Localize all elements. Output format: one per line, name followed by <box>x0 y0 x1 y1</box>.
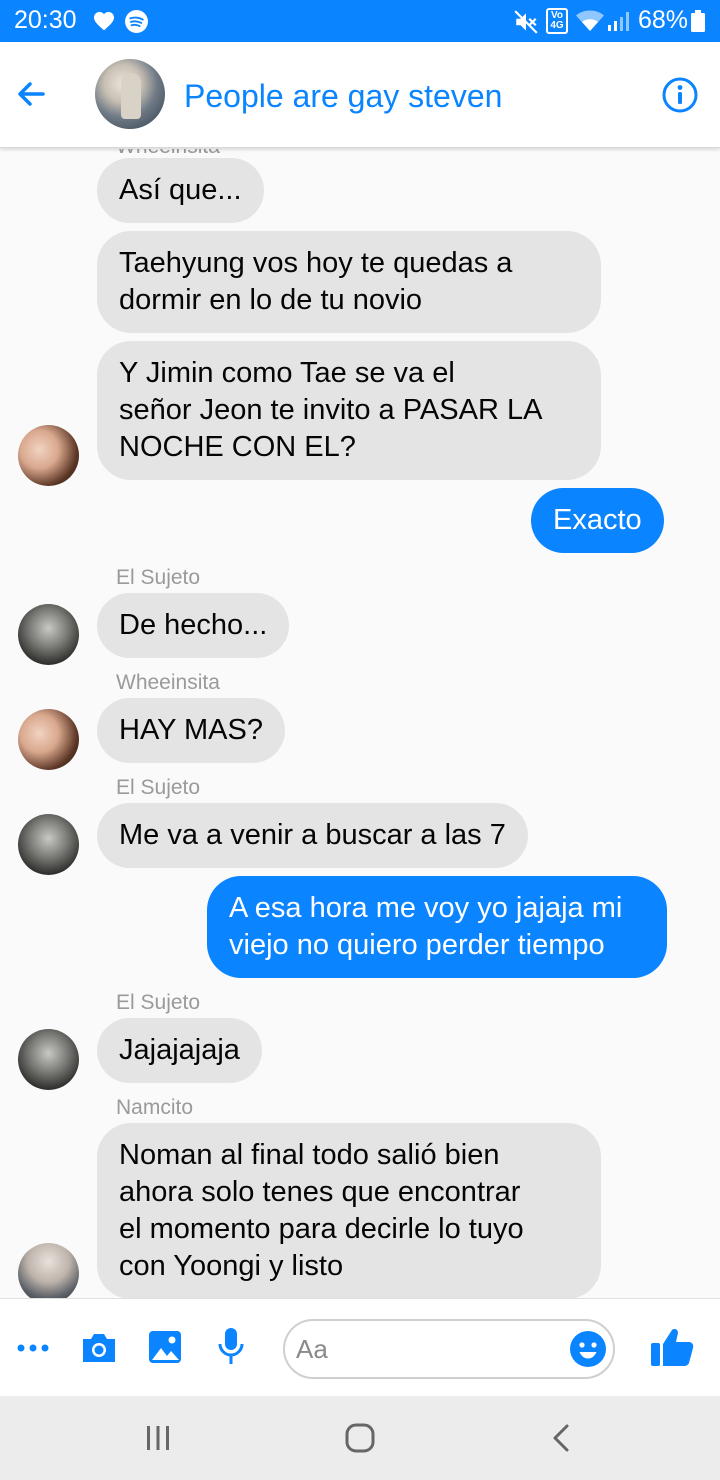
message-text: Así que... <box>119 174 242 206</box>
gallery-icon[interactable] <box>148 1330 182 1364</box>
message-text: el momento para decirle lo tuyo <box>119 1213 524 1245</box>
avatar[interactable] <box>18 425 79 486</box>
heart-icon <box>94 12 114 31</box>
camera-icon[interactable] <box>80 1331 118 1365</box>
more-icon[interactable] <box>16 1335 50 1361</box>
message-text: Noman al final todo salió bien <box>119 1139 500 1171</box>
message-text: Taehyung vos hoy te quedas a <box>119 247 513 279</box>
message-text: con Yoongi y listo <box>119 1250 344 1282</box>
microphone-icon[interactable] <box>217 1327 245 1367</box>
status-time: 20:30 <box>14 6 77 34</box>
sender-label: Wheeinsita <box>116 671 220 694</box>
message-input[interactable] <box>283 1319 615 1379</box>
arrow-left-icon[interactable] <box>10 72 54 116</box>
spotify-icon <box>125 10 148 33</box>
message-bubble[interactable]: A esa hora me voy yo jajaja mi viejo no … <box>207 876 667 978</box>
message-text: viejo no quiero perder tiempo <box>229 929 605 961</box>
message-bubble[interactable]: De hecho... <box>97 593 290 658</box>
message-text: HAY MAS? <box>119 714 263 746</box>
recents-icon[interactable] <box>138 1418 178 1458</box>
message-bubble[interactable]: Taehyung vos hoy te quedas a dormir en l… <box>97 231 601 333</box>
sender-label: El Sujeto <box>116 776 201 799</box>
avatar[interactable] <box>18 1243 79 1298</box>
system-navigation-bar <box>0 1396 720 1480</box>
emoji-icon[interactable] <box>569 1330 607 1368</box>
info-icon[interactable] <box>661 76 699 114</box>
message-text: A esa hora me voy yo jajaja mi <box>229 892 623 924</box>
avatar[interactable] <box>18 814 79 875</box>
message-text: Exacto <box>553 504 642 536</box>
mute-icon <box>514 10 538 34</box>
sender-label: El Sujeto <box>116 991 201 1014</box>
message-text: De hecho... <box>119 609 268 641</box>
message-text: Jajajajaja <box>119 1034 240 1066</box>
wifi-icon <box>576 10 604 31</box>
message-bubble[interactable]: Y Jimin como Tae se va el señor Jeon te … <box>97 341 601 480</box>
group-avatar[interactable] <box>95 59 165 129</box>
message-text: NOCHE CON EL? <box>119 431 356 463</box>
message-text: dormir en lo de tu novio <box>119 284 423 316</box>
message-list[interactable]: Wheeinsita Así que... Taehyung vos hoy t… <box>0 149 720 1298</box>
avatar[interactable] <box>18 709 79 770</box>
message-bubble[interactable]: HAY MAS? <box>97 698 285 763</box>
message-text: señor Jeon te invito a PASAR LA <box>119 394 543 426</box>
message-bubble[interactable]: Me va a venir a buscar a las 7 <box>97 803 528 868</box>
message-text: Y Jimin como Tae se va el <box>119 357 455 389</box>
message-text: Me va a venir a buscar a las 7 <box>119 819 506 851</box>
battery-icon <box>691 10 705 32</box>
message-bubble[interactable]: Así que... <box>97 158 264 223</box>
battery-percent: 68% <box>638 6 689 34</box>
avatar[interactable] <box>18 604 79 665</box>
message-bubble[interactable]: Noman al final todo salió bien ahora sol… <box>97 1123 601 1298</box>
sender-label: Namcito <box>116 1096 194 1119</box>
message-composer <box>0 1298 720 1396</box>
volte-icon: Vo 4G <box>546 8 568 34</box>
status-bar: 20:30 Vo 4G 68% <box>0 0 720 42</box>
message-bubble[interactable]: Exacto <box>531 488 664 553</box>
avatar[interactable] <box>18 1029 79 1090</box>
signal-icon <box>608 12 629 31</box>
thumbs-up-icon[interactable] <box>650 1327 694 1367</box>
back-icon[interactable] <box>542 1418 582 1458</box>
message-bubble[interactable]: Jajajajaja <box>97 1018 262 1083</box>
home-icon[interactable] <box>340 1418 380 1458</box>
sender-label: El Sujeto <box>116 566 201 589</box>
message-text: ahora solo tenes que encontrar <box>119 1176 521 1208</box>
conversation-title[interactable]: People are gay steven <box>184 78 502 115</box>
conversation-header: People are gay steven <box>0 42 720 148</box>
